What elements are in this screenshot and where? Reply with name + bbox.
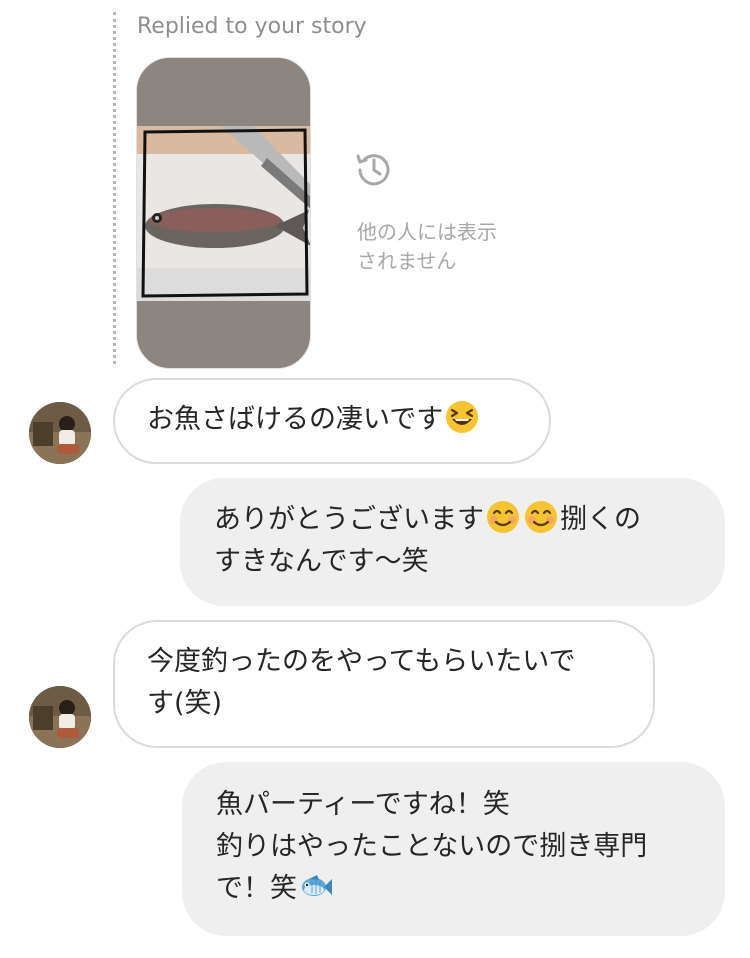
message-bubble-incoming[interactable]: お魚さばけるの凄いです <box>113 378 551 464</box>
story-unavailable-note: 他の人には表示 されません <box>357 218 537 276</box>
message-text: ありがとうございます <box>214 504 484 535</box>
message-text: で！笑 <box>216 873 297 904</box>
story-thumbnail[interactable] <box>136 57 311 369</box>
dm-thread: Replied to your story 他の人には表示 されません お魚さば… <box>0 0 750 958</box>
fish-emoji <box>302 875 332 896</box>
message-line: 今度釣ったのをやってもらいたいで <box>147 646 576 677</box>
sender-avatar[interactable] <box>29 402 91 464</box>
fish-story-image <box>137 58 310 368</box>
message-line: すきなんです〜笑 <box>214 546 429 577</box>
message-line: 釣りはやったことないので捌き専門 <box>216 831 648 862</box>
story-reply-caption: Replied to your story <box>137 14 367 39</box>
story-unavailable-line: 他の人には表示 <box>357 220 497 244</box>
message-line: ありがとうございます 捌くの <box>214 499 725 541</box>
story-unavailable-line: されません <box>357 249 457 273</box>
message-line: 魚パーティーですね！笑 <box>216 789 510 820</box>
smiling-face-emoji <box>487 501 519 533</box>
laughing-face-emoji <box>446 401 479 433</box>
message-bubble-outgoing[interactable]: ありがとうございます 捌くの すきなんです〜笑 <box>180 478 725 606</box>
message-bubble-outgoing[interactable]: 魚パーティーですね！笑 釣りはやったことないので捌き専門 で！笑 <box>182 762 725 936</box>
message-text: 捌くの <box>560 504 641 535</box>
message-line: す(笑) <box>147 688 223 719</box>
smiling-face-emoji <box>525 501 557 533</box>
message-line: で！笑 <box>216 868 725 910</box>
story-reply-thread-line <box>113 12 116 364</box>
message-bubble-incoming[interactable]: 今度釣ったのをやってもらいたいで す(笑) <box>113 620 655 748</box>
sender-avatar[interactable] <box>29 686 91 748</box>
history-icon <box>356 154 390 186</box>
message-text: お魚さばけるの凄いです <box>147 404 444 435</box>
